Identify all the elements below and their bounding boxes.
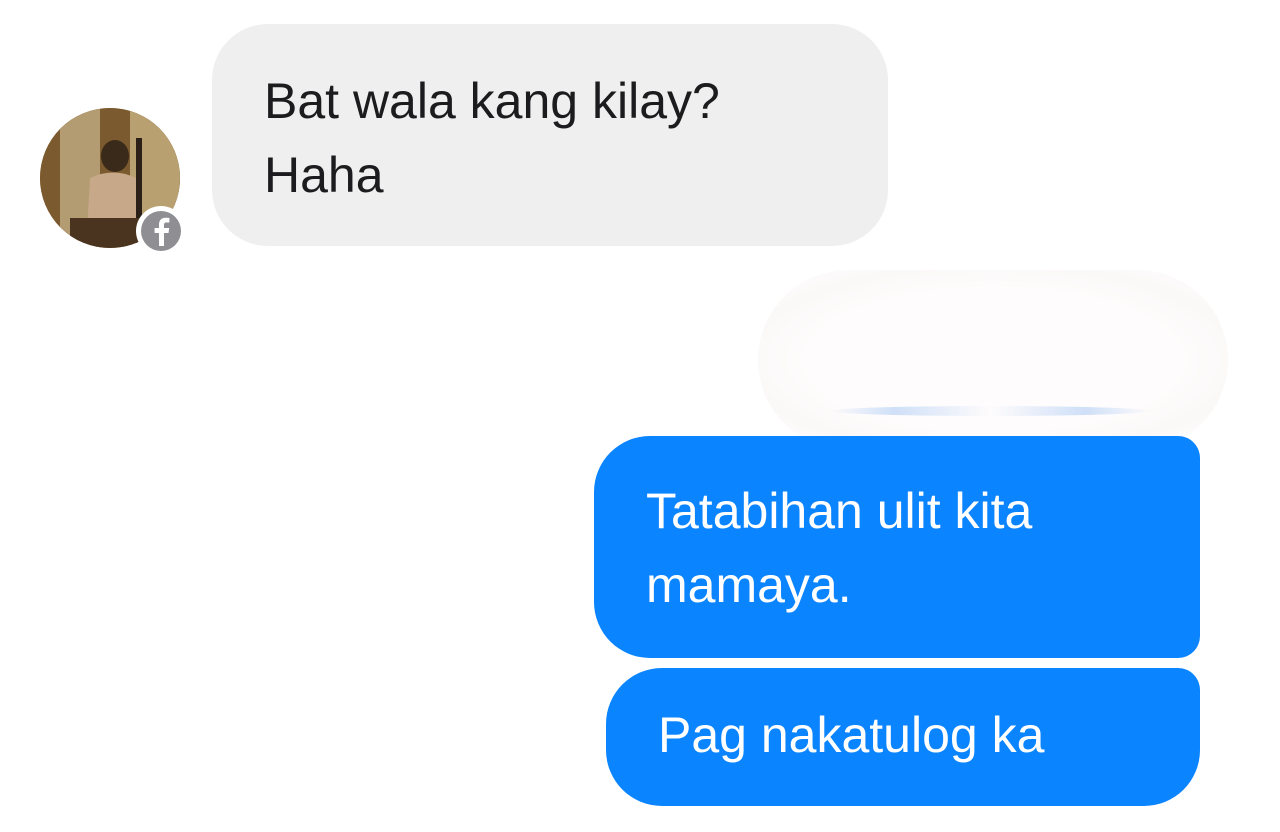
outgoing-message-bubble[interactable]: Tatabihan ulit kita mamaya. bbox=[594, 436, 1200, 658]
message-text-line: mamaya. bbox=[646, 557, 852, 613]
facebook-badge bbox=[136, 206, 186, 256]
message-text-line: Pag nakatulog ka bbox=[658, 707, 1045, 763]
message-text-line: Bat wala kang kilay? bbox=[264, 73, 720, 129]
chat-thread: Bat wala kang kilay? Haha Tatabihan ulit… bbox=[0, 0, 1280, 832]
sender-avatar[interactable] bbox=[40, 108, 186, 256]
incoming-message-bubble[interactable]: Bat wala kang kilay? Haha bbox=[212, 24, 888, 246]
facebook-icon bbox=[141, 211, 181, 251]
redacted-message bbox=[758, 270, 1228, 450]
redacted-message-edge bbox=[830, 406, 1150, 416]
message-text-line: Haha bbox=[264, 147, 384, 203]
outgoing-message-bubble[interactable]: Pag nakatulog ka bbox=[606, 668, 1200, 806]
message-text-line: Tatabihan ulit kita bbox=[646, 483, 1033, 539]
